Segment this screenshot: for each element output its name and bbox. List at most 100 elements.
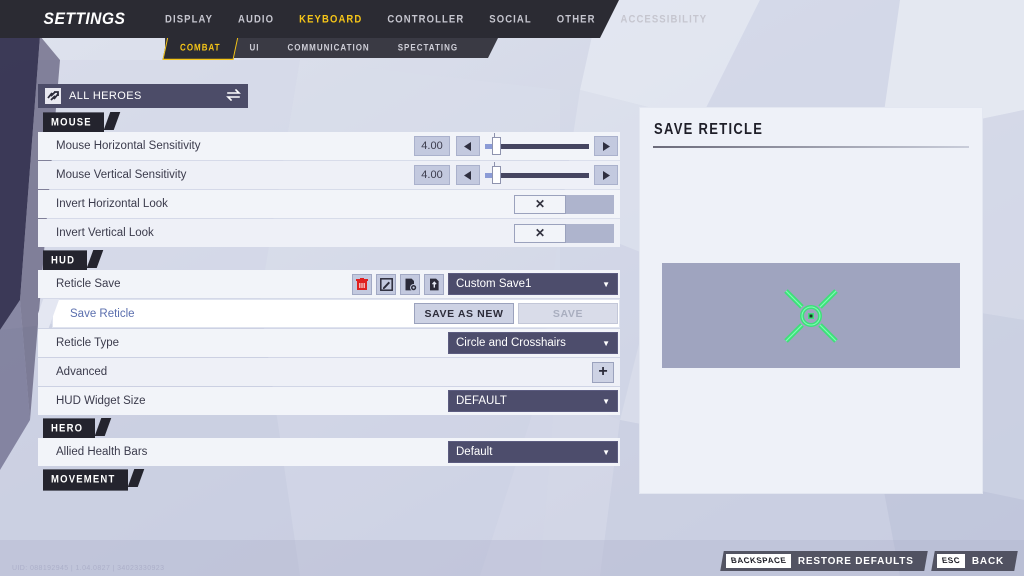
settings-row-label: Invert Horizontal Look [56, 198, 168, 210]
sub-navigation-bar: COMBAT UI COMMUNICATION SPECTATING [0, 36, 1024, 60]
settings-section-hero: HERO Allied Health Bars Default ▼ [38, 418, 620, 466]
toggle-x-icon: ✕ [514, 223, 566, 243]
settings-row-control: 4.00 [414, 133, 618, 156]
dropdown-value: DEFAULT [456, 395, 507, 407]
chevron-down-icon: ▼ [602, 447, 610, 457]
sub-tab-ui[interactable]: UI [236, 36, 274, 60]
top-navigation-bar: SETTINGS DISPLAY AUDIO KEYBOARD CONTROLLER S… [0, 0, 706, 38]
slider-thumb[interactable] [492, 137, 501, 155]
rename-icon[interactable] [376, 273, 396, 295]
settings-row[interactable]: Reticle Save Custom Save1 ▼ [38, 270, 620, 298]
key-hint-background: ESC BACK [930, 551, 1018, 571]
sub-tab-communication[interactable]: COMMUNICATION [274, 36, 384, 60]
invert-toggle[interactable]: ✕ [514, 194, 614, 214]
settings-row-label: Advanced [56, 366, 108, 378]
settings-list: MOUSE Mouse Horizontal Sensitivity 4.00 Mou… [38, 112, 620, 492]
section-header: MOVEMENT [43, 469, 144, 491]
right-arrow-icon[interactable] [594, 136, 618, 156]
settings-dropdown[interactable]: Default ▼ [448, 441, 618, 463]
chevron-down-icon: ▼ [602, 279, 610, 289]
section-header: HUD [43, 250, 104, 272]
section-slash-decoration [103, 112, 121, 130]
settings-row[interactable]: Invert Horizontal Look ✕ [38, 190, 620, 218]
sensitivity-slider[interactable] [485, 162, 589, 185]
settings-row-label: Allied Health Bars [56, 446, 148, 458]
keycap: BACKSPACE [726, 554, 792, 568]
dropdown-value: Custom Save1 [456, 278, 532, 290]
toggle-empty-slot [566, 194, 614, 214]
sensitivity-value-field[interactable]: 4.00 [414, 165, 450, 185]
preview-divider [653, 146, 969, 148]
sub-tab-spectating[interactable]: SPECTATING [384, 36, 472, 60]
nav-tab-audio[interactable]: AUDIO [238, 13, 274, 26]
section-slash-decoration [127, 469, 144, 487]
key-hint-label: RESTORE DEFAULTS [798, 555, 915, 567]
swap-arrows-icon[interactable] [226, 88, 241, 103]
settings-row[interactable]: Invert Vertical Look ✕ [38, 219, 620, 247]
section-title: HERO [43, 418, 96, 440]
section-title: MOVEMENT [43, 469, 128, 491]
nav-tab-other[interactable]: OTHER [557, 13, 596, 26]
nav-tab-social[interactable]: SOCIAL [489, 13, 532, 26]
chevron-down-icon: ▼ [602, 338, 610, 348]
settings-row-control: ✕ [514, 223, 618, 243]
hero-roster-icon [45, 88, 61, 104]
settings-row-control: + [592, 361, 618, 383]
settings-row-label: HUD Widget Size [56, 395, 146, 407]
settings-row[interactable]: Save Reticle SAVE AS NEW SAVE [52, 299, 620, 328]
settings-row[interactable]: Mouse Vertical Sensitivity 4.00 [38, 161, 620, 189]
crosshair-preview-icon [784, 288, 838, 343]
sensitivity-value-field[interactable]: 4.00 [414, 136, 450, 156]
settings-row-control: Default ▼ [448, 441, 618, 463]
sensitivity-slider[interactable] [485, 133, 589, 156]
left-arrow-icon[interactable] [456, 165, 480, 185]
expand-plus-icon[interactable]: + [592, 361, 614, 383]
right-arrow-icon[interactable] [594, 165, 618, 185]
reticle-save-dropdown[interactable]: Custom Save1 ▼ [448, 273, 618, 295]
toggle-empty-slot [566, 223, 614, 243]
reticle-preview-panel: SAVE RETICLE [640, 108, 982, 493]
key-hint[interactable]: ESC BACK [930, 551, 1018, 571]
save-button[interactable]: SAVE [518, 303, 618, 324]
sub-tabs: COMBAT UI COMMUNICATION SPECTATING [162, 36, 499, 60]
preview-title: SAVE RETICLE [654, 119, 764, 138]
settings-section-movement: MOVEMENT [38, 469, 620, 491]
reticle-preview-stage [662, 263, 960, 368]
settings-row-control: ✕ [514, 194, 618, 214]
settings-row[interactable]: HUD Widget Size DEFAULT ▼ [38, 387, 620, 415]
settings-dropdown[interactable]: DEFAULT ▼ [448, 390, 618, 412]
key-hint[interactable]: BACKSPACE RESTORE DEFAULTS [720, 551, 929, 571]
nav-tab-accessibility[interactable]: ACCESSIBILITY [621, 13, 708, 26]
invert-toggle[interactable]: ✕ [514, 223, 614, 243]
settings-row[interactable]: Advanced + [38, 358, 620, 386]
section-title: MOUSE [43, 112, 104, 134]
left-arrow-icon[interactable] [456, 136, 480, 156]
hero-selector[interactable]: ALL HEROES [38, 84, 248, 108]
slider-thumb[interactable] [492, 166, 501, 184]
nav-tabs: DISPLAY AUDIO KEYBOARD CONTROLLER SOCIAL OTHE… [165, 13, 732, 26]
keycap-label: ESC [940, 556, 961, 565]
sub-tab-combat[interactable]: COMBAT [162, 36, 239, 60]
import-icon[interactable] [400, 273, 420, 295]
keycap-label: BACKSPACE [730, 556, 788, 565]
save-as-new-button[interactable]: SAVE AS NEW [414, 303, 514, 324]
chevron-down-icon: ▼ [602, 396, 610, 406]
settings-section-hud: HUD Reticle Save Custom Save1 ▼ Save Reticle… [38, 250, 620, 415]
export-icon[interactable] [424, 273, 444, 295]
settings-section-mouse: MOUSE Mouse Horizontal Sensitivity 4.00 Mou… [38, 112, 620, 247]
delete-icon[interactable] [352, 273, 372, 295]
nav-tab-display[interactable]: DISPLAY [165, 13, 213, 26]
settings-row[interactable]: Mouse Horizontal Sensitivity 4.00 [38, 132, 620, 160]
section-slash-decoration [94, 418, 112, 436]
settings-row[interactable]: Reticle Type Circle and Crosshairs ▼ [38, 329, 620, 357]
nav-tab-controller[interactable]: CONTROLLER [387, 13, 464, 26]
nav-tab-keyboard[interactable]: KEYBOARD [299, 13, 362, 26]
key-hints: BACKSPACE RESTORE DEFAULTS ESC BACK [716, 551, 1018, 571]
settings-row-control: DEFAULT ▼ [448, 390, 618, 412]
settings-dropdown[interactable]: Circle and Crosshairs ▼ [448, 332, 618, 354]
key-hint-background: BACKSPACE RESTORE DEFAULTS [720, 551, 929, 571]
key-hint-label: BACK [971, 555, 1004, 567]
build-info-text: UID: 088192945 | 1.04.0827 | 34023330923 [12, 565, 165, 572]
section-slash-decoration [86, 250, 104, 268]
settings-row[interactable]: Allied Health Bars Default ▼ [38, 438, 620, 466]
